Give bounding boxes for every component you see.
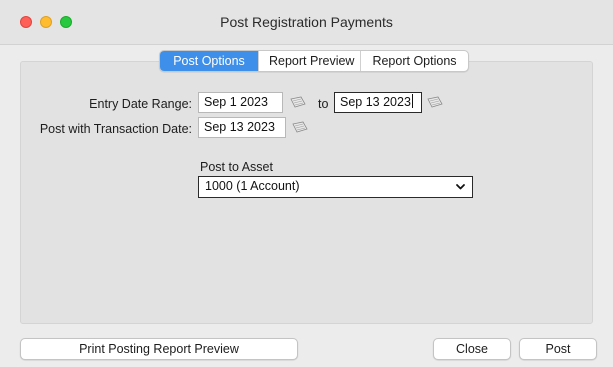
post-button[interactable]: Post	[519, 338, 597, 360]
post-with-transaction-date-label: Post with Transaction Date:	[39, 122, 192, 136]
post-to-asset-value: 1000 (1 Account)	[205, 179, 300, 193]
print-posting-report-preview-button[interactable]: Print Posting Report Preview	[20, 338, 298, 360]
chevron-down-icon	[456, 184, 465, 190]
post-transaction-date-field[interactable]: Sep 13 2023	[198, 117, 286, 138]
close-button[interactable]: Close	[433, 338, 511, 360]
title-bar: Post Registration Payments	[0, 0, 613, 45]
tab-report-options[interactable]: Report Options	[360, 51, 468, 71]
calendar-icon[interactable]	[290, 96, 306, 108]
text-caret	[411, 94, 413, 108]
calendar-icon[interactable]	[292, 121, 308, 133]
post-to-asset-label: Post to Asset	[200, 160, 273, 174]
calendar-icon[interactable]	[427, 96, 443, 108]
post-to-asset-select[interactable]: 1000 (1 Account)	[198, 176, 473, 198]
tab-bar: Post Options Report Preview Report Optio…	[159, 50, 469, 72]
window-title: Post Registration Payments	[220, 14, 393, 30]
tab-report-preview[interactable]: Report Preview	[258, 51, 360, 71]
post-registration-payments-window: Post Registration Payments Post Options …	[0, 0, 613, 367]
entry-date-from-field[interactable]: Sep 1 2023	[198, 92, 283, 113]
entry-date-to-field[interactable]: Sep 13 2023	[334, 92, 422, 113]
to-label: to	[318, 97, 329, 111]
entry-date-range-label: Entry Date Range:	[89, 97, 192, 111]
tab-post-options[interactable]: Post Options	[160, 51, 258, 71]
entry-date-to-value: Sep 13 2023	[340, 95, 411, 109]
